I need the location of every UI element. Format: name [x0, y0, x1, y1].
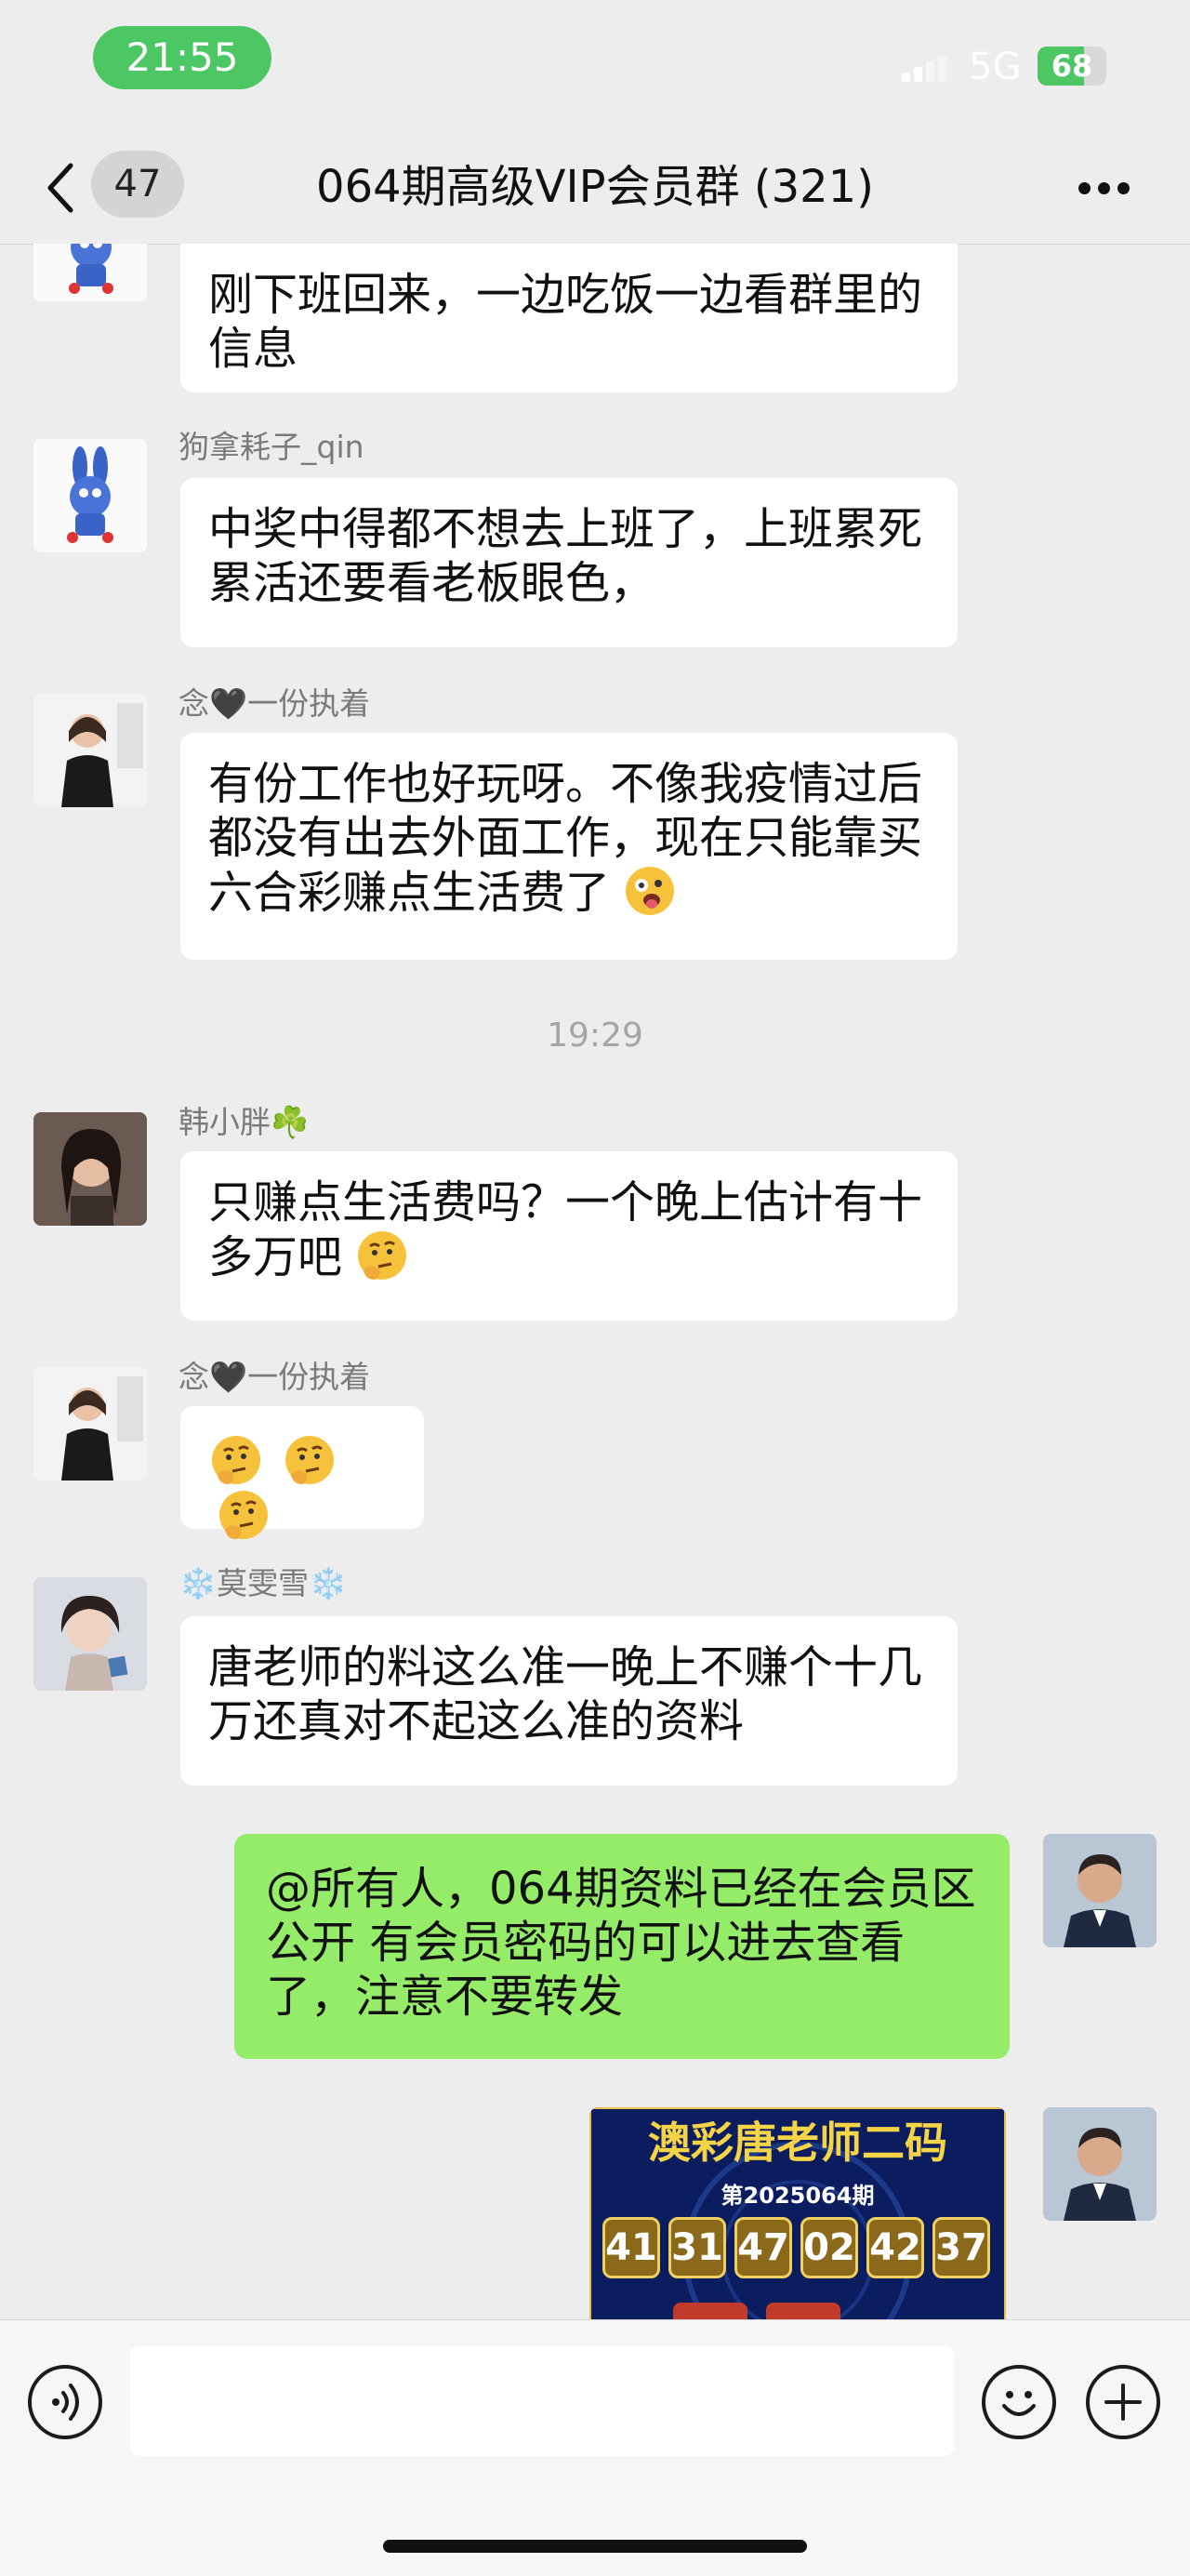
nav-bar: 47 064期高级VIP会员群 (321)	[0, 130, 1190, 245]
sender-name: ❄️莫雯雪❄️	[178, 1565, 348, 1601]
plus-icon[interactable]	[1086, 2365, 1160, 2439]
thinking-face-emoji-icon	[218, 1489, 270, 1541]
back-chevron-icon[interactable]	[39, 162, 86, 214]
smiley-face-icon[interactable]	[982, 2365, 1056, 2439]
thinking-face-emoji-icon	[284, 1434, 336, 1486]
image-title: 澳彩唐老师二码	[648, 2118, 947, 2168]
own-avatar[interactable]	[1043, 1834, 1157, 1947]
user-avatar[interactable]	[33, 694, 147, 807]
voice-input-icon[interactable]	[28, 2365, 102, 2439]
message-bubble[interactable]: 刚下班回来，一边吃饭一边看群里的信息	[180, 244, 958, 392]
message-text: 有份工作也好玩呀。不像我疫情过后都没有出去外面工作，现在只能靠买六合彩赚点生活费…	[208, 758, 923, 919]
lottery-number: 47	[734, 2217, 792, 2278]
status-time: 21:55	[93, 26, 271, 89]
image-number-row: 41 31 47 02 42 37	[602, 2217, 993, 2278]
sender-name: 狗拿耗子_qin	[178, 429, 364, 465]
message-text: 刚下班回来，一边吃饭一边看群里的信息	[208, 269, 923, 375]
battery-icon: 68	[1038, 46, 1106, 86]
image-bottom-row	[673, 2303, 747, 2319]
message-text: 中奖中得都不想去上班了，上班累死累活还要看老板眼色，	[208, 503, 923, 609]
message-bubble[interactable]: 只赚点生活费吗？一个晚上估计有十多万吧	[180, 1151, 958, 1321]
lottery-number: 02	[800, 2217, 858, 2278]
sender-name: 念🖤一份执着	[178, 1359, 371, 1395]
own-avatar[interactable]	[1043, 2107, 1157, 2221]
lottery-number: 31	[668, 2217, 726, 2278]
lottery-number: 42	[866, 2217, 924, 2278]
outgoing-message-bubble[interactable]: @所有人，064期资料已经在会员区公开 有会员密码的可以进去查看了，注意不要转发	[234, 1834, 1010, 2059]
message-input[interactable]	[130, 2346, 954, 2456]
sender-name: 念🖤一份执着	[178, 685, 371, 722]
image-bottom-row	[766, 2303, 840, 2319]
bunny-avatar-icon[interactable]	[33, 244, 147, 301]
time-divider: 19:29	[547, 1016, 643, 1055]
bunny-avatar-icon[interactable]	[33, 439, 147, 552]
home-indicator	[383, 2540, 807, 2553]
network-type: 5G	[969, 46, 1022, 88]
chat-message-list[interactable]: 刚下班回来，一边吃饭一边看群里的信息 狗拿耗子_qin 中奖中得都不想去上班了，…	[0, 244, 1190, 2319]
message-text: @所有人，064期资料已经在会员区公开 有会员密码的可以进去查看了，注意不要转发	[266, 1863, 976, 2023]
user-avatar[interactable]	[33, 1367, 147, 1481]
message-bubble[interactable]: 中奖中得都不想去上班了，上班累死累活还要看老板眼色，	[180, 478, 958, 647]
lottery-number: 37	[932, 2217, 990, 2278]
thinking-face-emoji-icon	[210, 1434, 262, 1486]
message-bubble[interactable]	[180, 1406, 424, 1539]
user-avatar[interactable]	[33, 1112, 147, 1226]
message-bubble[interactable]: 唐老师的料这么准一晚上不赚个十几万还真对不起这么准的资料	[180, 1616, 958, 1786]
message-text: 只赚点生活费吗？一个晚上估计有十多万吧	[208, 1176, 923, 1283]
page-title: 064期高级VIP会员群 (321)	[316, 161, 874, 213]
status-bar: 21:55 5G 68	[0, 0, 1190, 130]
unread-count-badge[interactable]: 47	[91, 151, 184, 218]
user-avatar[interactable]	[33, 1577, 147, 1691]
tongue-out-emoji-icon	[624, 865, 676, 917]
battery-percent: 68	[1051, 48, 1093, 84]
lottery-number: 41	[602, 2217, 660, 2278]
message-bubble[interactable]: 有份工作也好玩呀。不像我疫情过后都没有出去外面工作，现在只能靠买六合彩赚点生活费…	[180, 733, 958, 960]
input-bar	[0, 2319, 1190, 2576]
image-issue: 第2025064期	[721, 2183, 875, 2209]
cellular-signal-icon	[902, 54, 948, 82]
lottery-image-message[interactable]: 澳彩唐老师二码 第2025064期 41 31 47 02 42 37	[589, 2107, 1006, 2319]
message-text: 唐老师的料这么准一晚上不赚个十几万还真对不起这么准的资料	[208, 1641, 923, 1747]
thinking-face-emoji-icon	[356, 1229, 408, 1281]
sender-name: 韩小胖☘️	[178, 1104, 310, 1140]
more-options-icon[interactable]	[1078, 182, 1130, 195]
